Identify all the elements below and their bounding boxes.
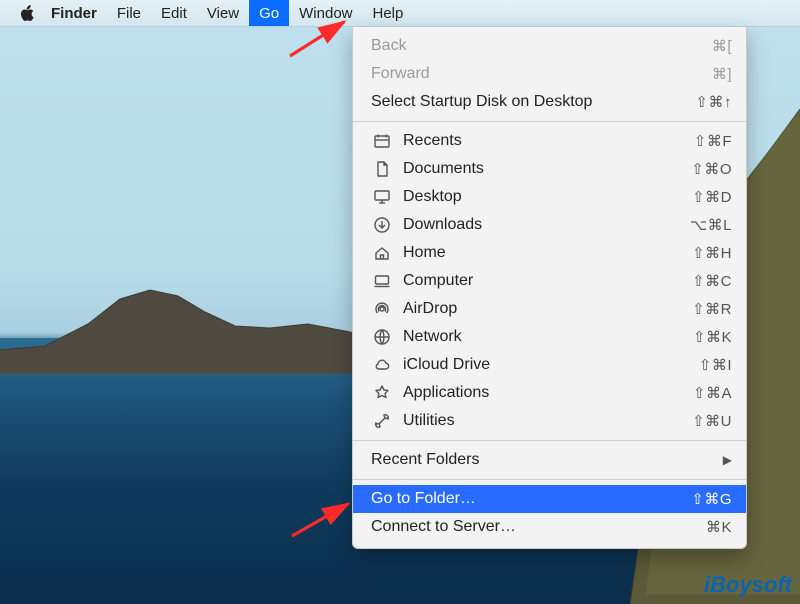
- menu-item-label: Home: [403, 244, 692, 262]
- menu-item-shortcut: ⇧⌘I: [699, 356, 732, 374]
- menu-bar[interactable]: FinderFileEditViewGoWindowHelp: [0, 0, 800, 27]
- menu-item-connect-to-server[interactable]: Connect to Server…⌘K: [353, 513, 746, 541]
- menu-separator: [353, 121, 746, 122]
- downloads-icon: [371, 216, 393, 234]
- menu-item-shortcut: ⇧⌘A: [693, 384, 732, 402]
- home-icon: [371, 244, 393, 262]
- menu-item-airdrop[interactable]: AirDrop⇧⌘R: [353, 295, 746, 323]
- menu-item-label: Downloads: [403, 216, 690, 234]
- menu-item-label: Desktop: [403, 188, 692, 206]
- menu-item-shortcut: ⇧⌘C: [692, 272, 732, 290]
- icloud-icon: [371, 356, 393, 374]
- menu-view[interactable]: View: [197, 0, 249, 26]
- menu-item-computer[interactable]: Computer⇧⌘C: [353, 267, 746, 295]
- menu-item-downloads[interactable]: Downloads⌥⌘L: [353, 211, 746, 239]
- menu-item-go-to-folder[interactable]: Go to Folder…⇧⌘G: [353, 485, 746, 513]
- menu-item-label: iCloud Drive: [403, 356, 699, 374]
- menu-item-select-startup-disk-on-desktop[interactable]: Select Startup Disk on Desktop⇧⌘↑: [353, 88, 746, 116]
- menu-item-shortcut: ⇧⌘G: [691, 490, 732, 508]
- menu-item-shortcut: ⌘K: [706, 518, 732, 536]
- menu-item-shortcut: ⌘[: [712, 37, 732, 55]
- recents-icon: [371, 132, 393, 150]
- menu-finder[interactable]: Finder: [41, 0, 107, 26]
- menu-item-shortcut: ⇧⌘R: [692, 300, 732, 318]
- menu-item-shortcut: ⇧⌘O: [691, 160, 732, 178]
- watermark: iBoysoft: [704, 572, 792, 598]
- menu-help[interactable]: Help: [363, 0, 414, 26]
- menu-go[interactable]: Go: [249, 0, 289, 26]
- menu-item-shortcut: ⌘]: [712, 65, 732, 83]
- utilities-icon: [371, 412, 393, 430]
- menu-item-shortcut: ⌥⌘L: [690, 216, 732, 234]
- menu-item-applications[interactable]: Applications⇧⌘A: [353, 379, 746, 407]
- menu-item-back: Back⌘[: [353, 32, 746, 60]
- menu-item-icloud-drive[interactable]: iCloud Drive⇧⌘I: [353, 351, 746, 379]
- desktop-icon: [371, 188, 393, 206]
- menu-item-shortcut: ⇧⌘F: [694, 132, 732, 150]
- menu-item-label: Select Startup Disk on Desktop: [371, 93, 695, 111]
- menu-item-label: Documents: [403, 160, 691, 178]
- menu-window[interactable]: Window: [289, 0, 362, 26]
- menu-item-desktop[interactable]: Desktop⇧⌘D: [353, 183, 746, 211]
- menu-file[interactable]: File: [107, 0, 151, 26]
- airdrop-icon: [371, 300, 393, 318]
- menu-item-recents[interactable]: Recents⇧⌘F: [353, 127, 746, 155]
- network-icon: [371, 328, 393, 346]
- menu-item-label: Computer: [403, 272, 692, 290]
- apple-menu[interactable]: [10, 0, 41, 26]
- menu-item-label: AirDrop: [403, 300, 692, 318]
- documents-icon: [371, 160, 393, 178]
- menu-item-shortcut: ⇧⌘H: [692, 244, 732, 262]
- menu-item-shortcut: ⇧⌘U: [692, 412, 732, 430]
- menu-item-label: Applications: [403, 384, 693, 402]
- menu-item-home[interactable]: Home⇧⌘H: [353, 239, 746, 267]
- menu-item-shortcut: ⇧⌘D: [692, 188, 732, 206]
- computer-icon: [371, 272, 393, 290]
- menu-item-network[interactable]: Network⇧⌘K: [353, 323, 746, 351]
- menu-item-forward: Forward⌘]: [353, 60, 746, 88]
- menu-item-shortcut: ⇧⌘K: [693, 328, 732, 346]
- menu-item-recent-folders[interactable]: Recent Folders▶: [353, 446, 746, 474]
- menu-item-label: Go to Folder…: [371, 490, 691, 508]
- menu-item-shortcut: ⇧⌘↑: [695, 93, 732, 111]
- applications-icon: [371, 384, 393, 402]
- menu-item-label: Recent Folders: [371, 451, 723, 469]
- menu-item-label: Utilities: [403, 412, 692, 430]
- menu-separator: [353, 479, 746, 480]
- menu-item-label: Recents: [403, 132, 694, 150]
- menu-item-label: Connect to Server…: [371, 518, 706, 536]
- menu-edit[interactable]: Edit: [151, 0, 197, 26]
- submenu-arrow-icon: ▶: [723, 453, 732, 467]
- menu-item-label: Forward: [371, 65, 712, 83]
- menu-item-utilities[interactable]: Utilities⇧⌘U: [353, 407, 746, 435]
- menu-item-label: Network: [403, 328, 693, 346]
- menu-item-label: Back: [371, 37, 712, 55]
- menu-item-documents[interactable]: Documents⇧⌘O: [353, 155, 746, 183]
- menu-separator: [353, 440, 746, 441]
- go-menu-dropdown[interactable]: Back⌘[Forward⌘]Select Startup Disk on De…: [352, 27, 747, 549]
